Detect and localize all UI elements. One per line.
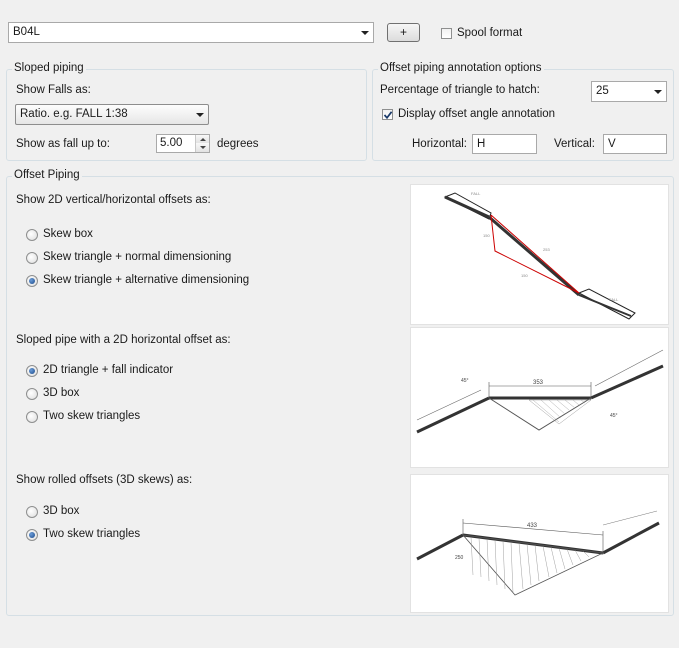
radio-skew-triangle-alternative[interactable] xyxy=(26,275,38,287)
degrees-label: degrees xyxy=(217,138,259,150)
add-button[interactable]: + xyxy=(387,23,420,42)
option-3d-box: 3D box xyxy=(43,387,80,399)
preview2-angle-right: 45° xyxy=(610,413,618,419)
horizontal-label: Horizontal: xyxy=(412,138,467,150)
preview2-dim-top: 353 xyxy=(533,380,544,386)
vertical-input[interactable]: V xyxy=(603,134,667,154)
spool-format-checkbox[interactable] xyxy=(441,28,452,39)
option-skew-triangle-normal: Skew triangle + normal dimensioning xyxy=(43,251,232,263)
option-rolled-3d-box: 3D box xyxy=(43,505,80,517)
radio-rolled-two-skew-triangles[interactable] xyxy=(26,529,38,541)
display-angle-checkbox[interactable] xyxy=(382,109,393,120)
preview3-dim-side: 250 xyxy=(455,555,464,561)
preview-2d-triangle-image: 353 45° 45° xyxy=(410,327,669,468)
radio-2d-triangle[interactable] xyxy=(26,365,38,377)
svg-text:253: 253 xyxy=(543,247,550,252)
chevron-down-icon xyxy=(361,31,369,35)
show-falls-select[interactable]: Ratio. e.g. FALL 1:38 xyxy=(15,104,209,125)
preview-skew-triangle-image: FALL 150 253 150 FALL xyxy=(410,184,669,325)
option-two-skew-triangles: Two skew triangles xyxy=(43,410,141,422)
radio-skew-triangle-normal[interactable] xyxy=(26,252,38,264)
fall-up-value: 5.00 xyxy=(160,137,183,149)
section3-label: Show rolled offsets (3D skews) as: xyxy=(16,474,193,486)
percentage-select[interactable]: 25 xyxy=(591,81,667,102)
preview3-dim-top: 433 xyxy=(527,523,538,529)
radio-skew-box[interactable] xyxy=(26,229,38,241)
percentage-label: Percentage of triangle to hatch: xyxy=(380,84,540,96)
check-icon xyxy=(383,111,393,120)
chevron-down-icon xyxy=(196,113,204,117)
chevron-down-icon xyxy=(654,90,662,94)
show-falls-label: Show Falls as: xyxy=(16,84,91,96)
svg-text:FALL: FALL xyxy=(471,191,481,196)
svg-text:150: 150 xyxy=(521,273,528,278)
section1-label: Show 2D vertical/horizontal offsets as: xyxy=(16,194,211,206)
vertical-label: Vertical: xyxy=(554,138,595,150)
stepper-down-icon[interactable] xyxy=(195,143,209,152)
svg-text:FALL: FALL xyxy=(609,297,619,302)
radio-3d-box[interactable] xyxy=(26,388,38,400)
preview-rolled-offset-image: 433 250 xyxy=(410,474,669,613)
spool-format-label: Spool format xyxy=(457,27,523,39)
option-rolled-two-skew-triangles: Two skew triangles xyxy=(43,528,141,540)
radio-rolled-3d-box[interactable] xyxy=(26,506,38,518)
fall-up-stepper[interactable]: 5.00 xyxy=(156,134,210,153)
show-falls-value: Ratio. e.g. FALL 1:38 xyxy=(20,108,128,120)
vertical-value: V xyxy=(608,138,616,150)
horizontal-value: H xyxy=(477,138,486,150)
preview2-angle-left: 45° xyxy=(461,378,469,384)
svg-text:150: 150 xyxy=(483,233,490,238)
option-skew-box: Skew box xyxy=(43,228,93,240)
sloped-piping-title: Sloped piping xyxy=(12,62,86,74)
radio-two-skew-triangles[interactable] xyxy=(26,411,38,423)
fall-up-label: Show as fall up to: xyxy=(16,138,110,150)
offset-piping-title: Offset Piping xyxy=(12,169,82,181)
percentage-value: 25 xyxy=(596,85,609,97)
offset-annotation-title: Offset piping annotation options xyxy=(378,62,544,74)
display-angle-label: Display offset angle annotation xyxy=(398,108,556,120)
option-2d-triangle: 2D triangle + fall indicator xyxy=(43,364,174,376)
spec-select[interactable]: B04L xyxy=(8,22,374,43)
section2-label: Sloped pipe with a 2D horizontal offset … xyxy=(16,334,231,346)
spec-select-value: B04L xyxy=(13,26,40,38)
horizontal-input[interactable]: H xyxy=(472,134,537,154)
option-skew-triangle-alternative: Skew triangle + alternative dimensioning xyxy=(43,274,250,286)
